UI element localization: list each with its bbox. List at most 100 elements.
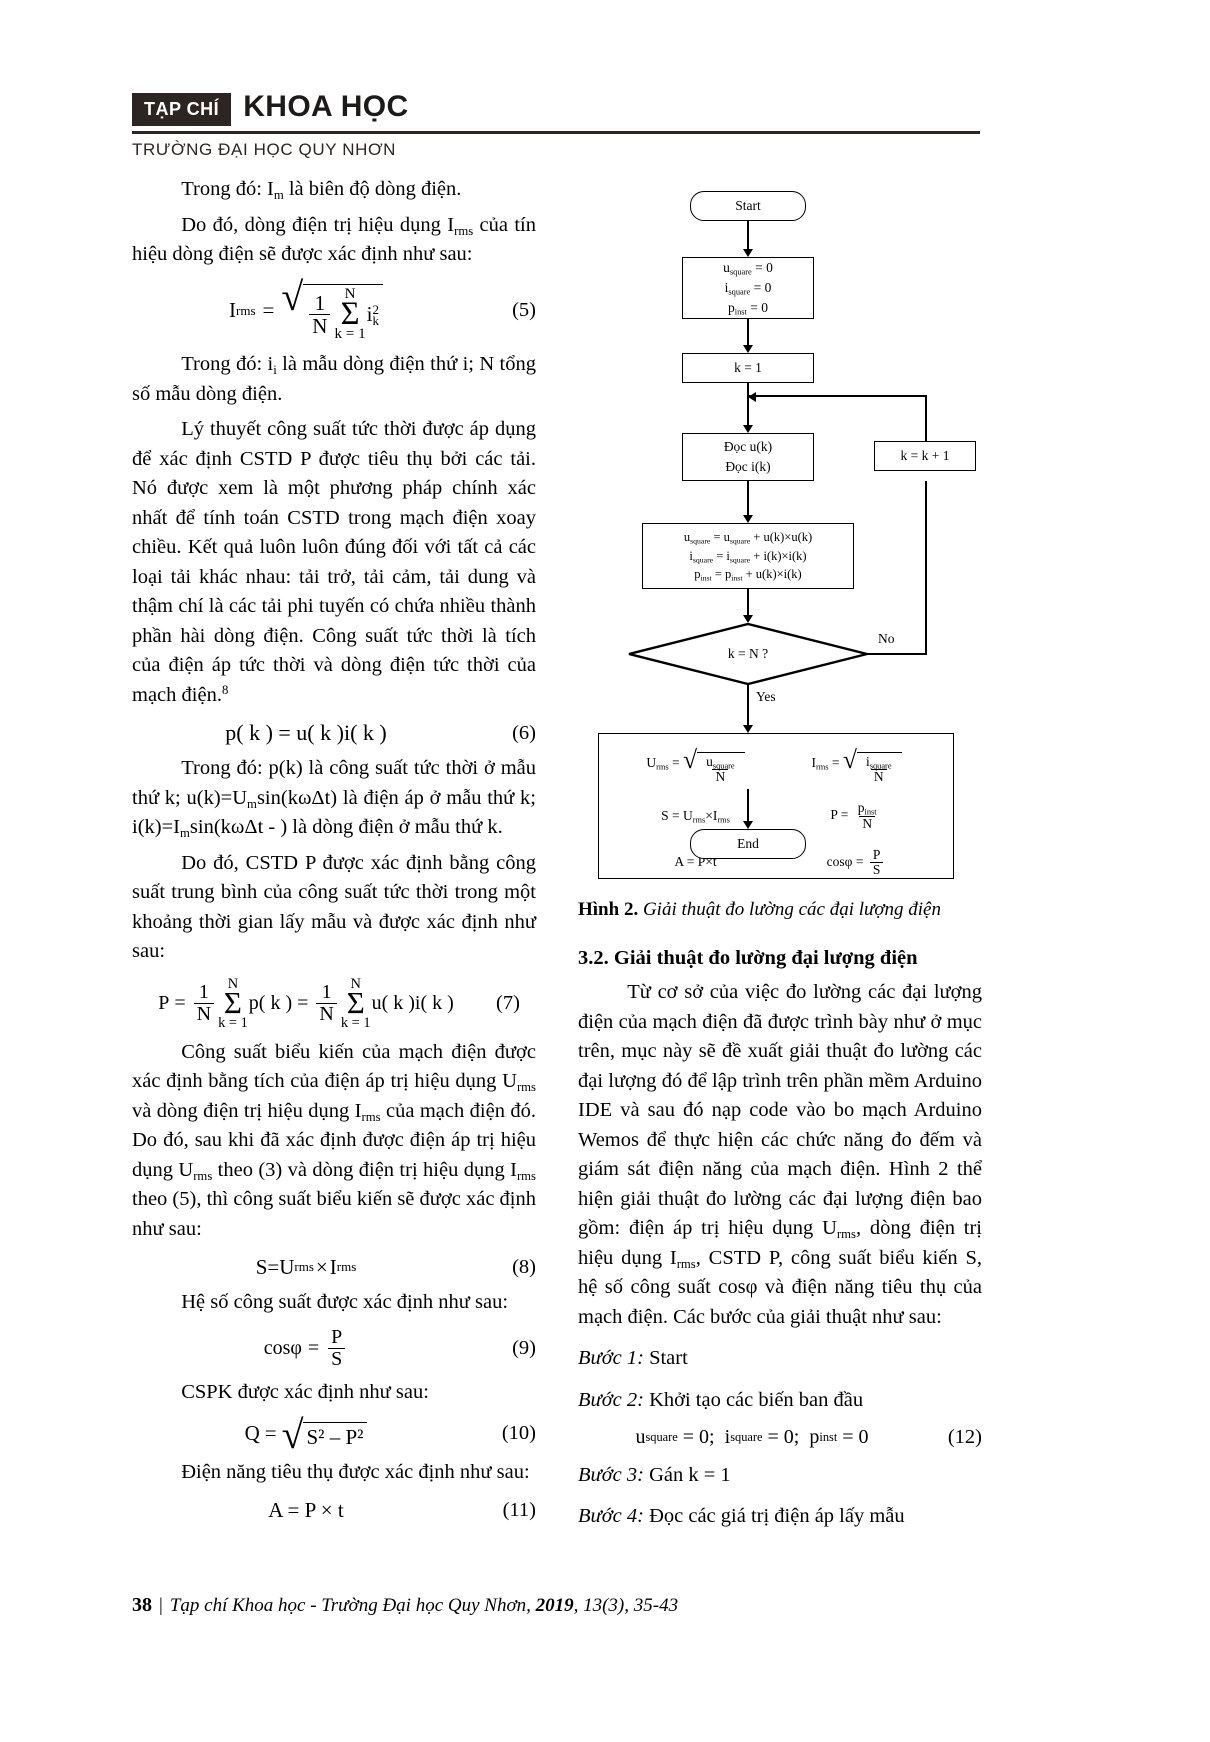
eq10-sqrt: √ S² – P² — [281, 1411, 368, 1457]
connector-read-to-acc — [747, 481, 749, 517]
paragraph-ii-definition: Trong đó: ii là mẫu dòng điện thứ i; N t… — [132, 353, 536, 405]
right-column: Start usquare = 0 isquare = 0 pinst = 0 … — [578, 175, 982, 1532]
paragraph-algorithm-intro: Từ cơ sở của việc đo lường các đại lượng… — [578, 981, 983, 1328]
page-footer: 38 | Tạp chí Khoa học - Trường Đại học Quy… — [132, 1594, 980, 1617]
sub-rms-1: rms — [516, 1080, 536, 1095]
step-1-label: Bước 1: — [578, 1347, 644, 1370]
equation-6-number: (6) — [512, 721, 536, 744]
left-column: Trong đó: Im là biên độ dòng điện. Do đó… — [132, 175, 536, 1531]
connector-yes-branch — [747, 685, 749, 727]
arrowhead-down-1 — [743, 249, 753, 257]
init-line-3: pinst = 0 — [728, 300, 768, 317]
acc-line-3: pinst = pinst + u(k)×i(k) — [694, 567, 802, 583]
flow-node-init: usquare = 0 isquare = 0 pinst = 0 — [682, 257, 814, 319]
sigma-glyph: Σ — [223, 985, 242, 1021]
eq9-lhs: cosφ — [263, 1337, 302, 1360]
eq5-term: i2k — [366, 301, 379, 328]
eq8-lhs: S — [255, 1254, 268, 1279]
footer-separator: | — [159, 1595, 163, 1616]
sub-rms: rms — [454, 223, 474, 238]
footer-year: 2019 — [535, 1595, 574, 1616]
arrowhead-left-loopback — [748, 392, 756, 402]
paragraph-pk-definition: Trong đó: p(k) là công suất tức thời ở m… — [132, 757, 536, 841]
figure-2-flowchart: Start usquare = 0 isquare = 0 pinst = 0 … — [578, 179, 982, 879]
eq10-radicand: S² – P² — [303, 1421, 368, 1451]
paragraph-apparent-power: Công suất biểu kiến của mạch điện được x… — [132, 1040, 536, 1240]
read-line-2: Đọc i(k) — [725, 459, 771, 474]
flow-node-end: End — [690, 829, 806, 859]
eq11-expression: A = P × t — [268, 1497, 344, 1522]
sub-m-2: m — [180, 826, 190, 841]
sub-m-1: m — [247, 796, 257, 811]
paragraph-cstd-average: Do đó, CSTD P được xác định bằng công su… — [132, 851, 536, 963]
figure-caption-text: Giải thuật đo lường các đại lượng điện — [638, 899, 941, 920]
eq7-sigma-2: N Σ k = 1 — [340, 975, 371, 1031]
connector-acc-to-decision — [747, 589, 749, 617]
step-3: Bước 3: Gán k = 1 — [578, 1461, 982, 1491]
eq9-fraction: P S — [328, 1327, 346, 1370]
connector-loopback-horizontal — [748, 395, 926, 397]
connector-to-increment — [925, 395, 927, 443]
equation-10: Q = √ S² – P² (10) — [244, 1411, 536, 1457]
sub-rms-r2: rms — [676, 1256, 696, 1271]
equation-11-number: (11) — [502, 1498, 536, 1521]
eq5-sqrt: √ 1 N N Σ k = 1 i2k — [281, 276, 383, 343]
step-1-text: Start — [643, 1347, 688, 1370]
paragraph-cspk: CSPK được xác định như sau: — [181, 1381, 429, 1404]
label-no: No — [878, 631, 895, 646]
eq5-sigma: N Σ k = 1 — [334, 285, 366, 343]
masthead-subtitle: TRƯỜNG ĐẠI HỌC QUY NHƠN — [132, 140, 397, 159]
masthead-title: KHOA HỌC — [243, 90, 409, 123]
figure-2-caption: Hình 2. Giải thuật đo lường các đại lượn… — [578, 897, 982, 924]
arrowhead-down-3 — [743, 425, 753, 433]
footer-journal-text: Tạp chí Khoa học - Trường Đại học Quy Nh… — [169, 1595, 536, 1616]
equation-9-number: (9) — [512, 1337, 536, 1360]
eq7-sigma-1: N Σ k = 1 — [218, 975, 248, 1031]
flow-node-read: Đọc u(k) Đọc i(k) — [682, 433, 814, 481]
equation-7: P = 1 N N Σ k = 1 p( k ) = 1 N N Σ k = 1… — [132, 977, 536, 1030]
step-4: Bước 4: Đọc các giá trị điện áp lấy mẫu — [578, 1502, 982, 1532]
read-line-1: Đọc u(k) — [723, 438, 773, 454]
equation-6: p( k ) = u( k )i( k ) (6) — [132, 720, 536, 746]
calc-urms: Urms = √ usquare N — [646, 747, 745, 784]
equation-12: u square = 0; i square = 0; p inst = 0 (12) — [635, 1425, 982, 1448]
eq7-tail: u( k )i( k ) — [371, 991, 454, 1014]
radical-glyph: √ — [281, 1411, 304, 1457]
eq5-equals: = — [262, 298, 275, 323]
equation-5-number: (5) — [512, 299, 536, 322]
figure-caption-label: Hình 2. — [578, 899, 639, 920]
radical-glyph: √ — [842, 745, 857, 774]
paragraph-power-factor: Hệ số công suất được xác định như sau: — [181, 1290, 509, 1313]
acc-line-1: usquare = usquare + u(k)×u(k) — [683, 529, 813, 546]
equation-11: A = P × t (11) — [132, 1498, 536, 1523]
eq7-fraction-1: 1 N — [193, 981, 215, 1025]
step-2-label: Bước 2: — [578, 1388, 644, 1411]
connector-init-to-k — [747, 319, 749, 347]
equation-8-number: (8) — [512, 1255, 536, 1278]
connector-to-end — [747, 789, 749, 823]
step-1: Bước 1: Start — [578, 1344, 982, 1374]
step-4-text: Đọc các giá trị điện áp lấy mẫu — [643, 1505, 905, 1528]
calc-irms: Irms = √ isquare N — [811, 745, 902, 784]
arrowhead-down-6 — [743, 725, 753, 733]
paragraph-energy: Điện năng tiêu thụ được xác định như sau… — [181, 1461, 530, 1484]
eq7-lhs: P — [158, 991, 170, 1014]
init-line-2: isquare = 0 — [724, 279, 772, 297]
flow-node-decision: k = N ? — [628, 623, 868, 685]
arrowhead-down-4 — [743, 515, 753, 523]
sub-m: m — [273, 187, 284, 202]
eq7-mid: p( k ) — [248, 991, 293, 1014]
masthead-badge: TẠP CHÍ — [132, 93, 232, 126]
footer-issue: , 13(3), 35-43 — [573, 1595, 679, 1616]
flow-node-k-init: k = 1 — [682, 353, 814, 383]
journal-masthead: TẠP CHÍ KHOA HỌC — [132, 92, 980, 126]
flow-node-accumulate: usquare = usquare + u(k)×u(k) isquare = … — [642, 523, 854, 589]
step-3-text: Gán k = 1 — [643, 1463, 731, 1486]
label-yes: Yes — [756, 689, 776, 704]
connector-no-up — [925, 481, 927, 655]
eq5-fraction: 1 N — [309, 292, 331, 337]
equation-8: S = Urms × Irms (8) — [255, 1254, 536, 1279]
flow-node-start: Start — [690, 191, 806, 221]
flow-node-increment: k = k + 1 — [874, 441, 976, 471]
equation-7-number: (7) — [496, 991, 520, 1014]
